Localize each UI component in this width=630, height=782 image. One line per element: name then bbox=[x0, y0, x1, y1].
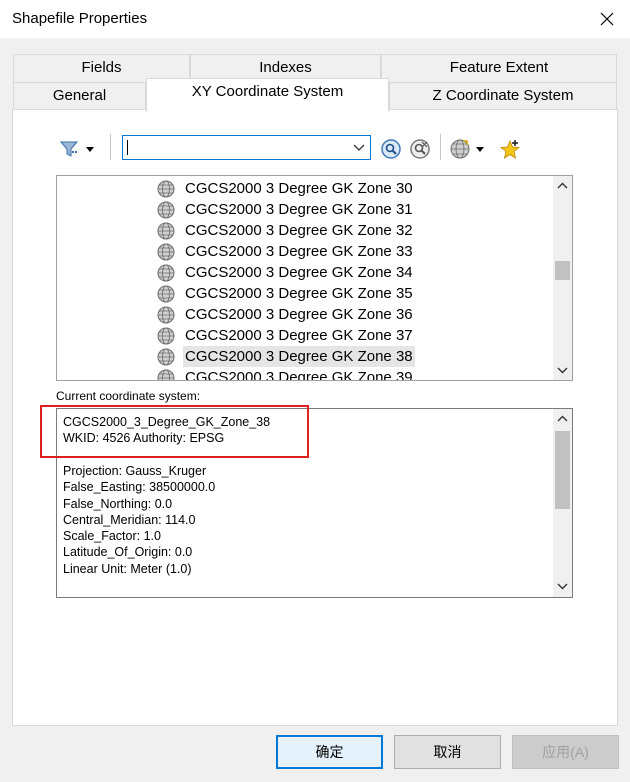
scroll-thumb[interactable] bbox=[555, 261, 570, 280]
list-item-label: CGCS2000 3 Degree GK Zone 34 bbox=[185, 264, 413, 281]
list-item-label: CGCS2000 3 Degree GK Zone 33 bbox=[185, 243, 413, 260]
detail-line: Linear Unit: Meter (1.0) bbox=[63, 561, 192, 576]
list-item-label: CGCS2000 3 Degree GK Zone 36 bbox=[185, 306, 413, 323]
globe-dropdown-icon bbox=[450, 139, 484, 159]
apply-button[interactable]: 应用(A) bbox=[512, 735, 619, 769]
ok-button[interactable]: 确定 bbox=[276, 735, 383, 769]
list-item-label: CGCS2000 3 Degree GK Zone 35 bbox=[185, 285, 413, 302]
chevron-down-icon[interactable] bbox=[353, 143, 365, 153]
scroll-down-icon[interactable] bbox=[557, 582, 568, 590]
tab-feature-extent[interactable]: Feature Extent bbox=[381, 54, 617, 82]
globe-icon bbox=[157, 369, 177, 380]
search-icon bbox=[381, 139, 401, 159]
scroll-down-icon[interactable] bbox=[557, 366, 568, 374]
tab-general[interactable]: General bbox=[13, 82, 146, 109]
list-item-label: CGCS2000 3 Degree GK Zone 30 bbox=[185, 180, 413, 197]
list-scrollbar[interactable] bbox=[553, 176, 572, 380]
scroll-thumb[interactable] bbox=[555, 431, 570, 509]
coordinate-system-list[interactable]: CGCS2000 3 Degree GK Zone 30 CGCS2000 3 D… bbox=[56, 175, 573, 381]
cancel-button[interactable]: 取消 bbox=[394, 735, 501, 769]
list-item-label: CGCS2000 3 Degree GK Zone 37 bbox=[185, 327, 413, 344]
close-icon bbox=[600, 12, 614, 26]
list-item-label: CGCS2000 3 Degree GK Zone 38 bbox=[183, 346, 415, 367]
detail-line: Projection: Gauss_Kruger bbox=[63, 463, 207, 478]
detail-line: Scale_Factor: 1.0 bbox=[63, 529, 161, 544]
detail-line: Central_Meridian: 114.0 bbox=[63, 512, 196, 527]
clear-search-icon bbox=[410, 139, 430, 159]
toolbar-separator bbox=[440, 134, 441, 160]
add-favorite-icon bbox=[499, 139, 521, 159]
list-item-label: CGCS2000 3 Degree GK Zone 32 bbox=[185, 222, 413, 239]
list-item-label: CGCS2000 3 Degree GK Zone 39 bbox=[185, 369, 413, 381]
search-button[interactable] bbox=[380, 138, 402, 165]
window-title: Shapefile Properties bbox=[12, 10, 148, 27]
favorites-button[interactable] bbox=[499, 138, 521, 165]
tab-z-coordinate-system[interactable]: Z Coordinate System bbox=[389, 82, 617, 109]
search-input[interactable] bbox=[122, 135, 371, 160]
scroll-up-icon[interactable] bbox=[557, 415, 568, 423]
title-bar: Shapefile Properties bbox=[0, 0, 630, 38]
highlight-annotation bbox=[40, 405, 309, 458]
scroll-up-icon[interactable] bbox=[557, 182, 568, 190]
detail-line: Latitude_Of_Origin: 0.0 bbox=[63, 545, 193, 560]
tab-xy-coordinate-system[interactable]: XY Coordinate System bbox=[146, 78, 389, 112]
add-coordinate-system-menu[interactable] bbox=[449, 138, 489, 165]
filter-icon bbox=[59, 141, 94, 157]
details-scrollbar[interactable] bbox=[553, 409, 572, 597]
filter-button[interactable] bbox=[59, 139, 99, 164]
detail-line: False_Northing: 0.0 bbox=[63, 496, 173, 511]
current-coordinate-system-label: Current coordinate system: bbox=[56, 389, 201, 403]
toolbar-separator bbox=[110, 134, 111, 160]
text-caret bbox=[127, 140, 128, 155]
detail-line: False_Easting: 38500000.0 bbox=[63, 480, 216, 495]
close-button[interactable] bbox=[584, 0, 630, 38]
list-item-label: CGCS2000 3 Degree GK Zone 31 bbox=[185, 201, 413, 218]
clear-search-button[interactable] bbox=[409, 138, 431, 165]
